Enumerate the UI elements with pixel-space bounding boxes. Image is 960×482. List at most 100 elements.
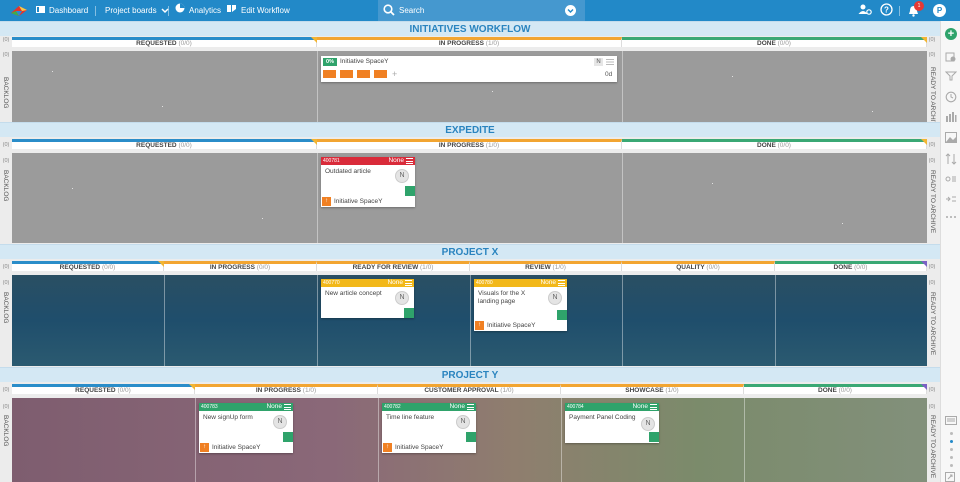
- analytics-icon[interactable]: [945, 111, 957, 125]
- card-menu-icon[interactable]: [406, 158, 413, 164]
- filter-icon[interactable]: [944, 71, 958, 83]
- ready-to-archive-label[interactable]: READY TO ARCHIVE: [929, 415, 936, 478]
- child-card-block[interactable]: [323, 70, 336, 78]
- task-card[interactable]: 400781 None Outdated article N ↑ Initiati…: [321, 157, 415, 207]
- workspace-nav-dot[interactable]: [950, 456, 953, 459]
- task-card[interactable]: 400783 None New signUp form N ↑ Initiativ…: [199, 403, 293, 453]
- column-requested[interactable]: REQUESTED (0/0): [12, 139, 317, 149]
- image-icon[interactable]: [945, 132, 957, 145]
- card-header: 400780 None: [474, 279, 567, 287]
- column-in-progress[interactable]: IN PROGRESS (1/0): [195, 384, 378, 394]
- task-card[interactable]: 400770 None New article concept N: [321, 279, 414, 318]
- backlog-label[interactable]: BACKLOG: [2, 415, 9, 446]
- column-review[interactable]: REVIEW (1/0): [470, 261, 622, 271]
- add-child-icon[interactable]: +: [392, 69, 397, 79]
- help-icon[interactable]: ?: [880, 3, 893, 18]
- ready-to-archive-label[interactable]: READY TO ARCHIVE: [929, 170, 936, 233]
- card-id: 400770: [323, 280, 340, 286]
- sort-icon[interactable]: [945, 153, 957, 167]
- assignee-avatar[interactable]: N: [395, 291, 409, 305]
- workspace-title[interactable]: PROJECT X: [0, 244, 940, 259]
- task-card[interactable]: 400780 None Visuals for the X landing pa…: [474, 279, 567, 331]
- column-in-progress[interactable]: IN PROGRESS (0/0): [164, 261, 317, 271]
- column-customer-approval[interactable]: CUSTOMER APPROVAL (1/0): [378, 384, 561, 394]
- card-menu-icon[interactable]: [284, 404, 291, 410]
- swimlane[interactable]: [12, 153, 927, 243]
- card-initiative[interactable]: ↑ Initiative SpaceY: [474, 321, 535, 330]
- card-menu-icon[interactable]: [558, 280, 565, 286]
- app-logo-icon[interactable]: [10, 4, 28, 19]
- add-icon[interactable]: +: [945, 28, 957, 40]
- search-dropdown-icon[interactable]: [565, 5, 576, 16]
- card-menu-icon[interactable]: [606, 59, 614, 67]
- workspace-title[interactable]: PROJECT Y: [0, 367, 940, 382]
- notification-badge[interactable]: 1: [914, 1, 924, 11]
- column-requested[interactable]: REQUESTED (0/0): [12, 37, 317, 47]
- column-showcase[interactable]: SHOWCASE (1/0): [561, 384, 744, 394]
- column-ready-for-review[interactable]: READY FOR REVIEW (1/0): [317, 261, 470, 271]
- workspace-title[interactable]: EXPEDITE: [0, 122, 940, 137]
- minimap-icon[interactable]: [945, 416, 957, 427]
- column-requested[interactable]: REQUESTED (0/0): [12, 384, 195, 394]
- user-settings-icon[interactable]: [858, 3, 872, 19]
- card-id: 400784: [567, 404, 584, 410]
- workspace-nav-dot[interactable]: [950, 440, 953, 443]
- swimlane[interactable]: [12, 275, 927, 366]
- column-requested[interactable]: REQUESTED (0/0): [12, 261, 164, 271]
- child-card-block[interactable]: [357, 70, 370, 78]
- avatar[interactable]: P: [933, 4, 946, 17]
- backlog-label[interactable]: BACKLOG: [2, 292, 9, 323]
- workspace-nav-dot[interactable]: [950, 448, 953, 451]
- search-box[interactable]: Search: [378, 0, 585, 21]
- workspace-title[interactable]: INITIATIVES WORKFLOW: [0, 21, 940, 36]
- card-menu-icon[interactable]: [405, 280, 412, 286]
- column-done[interactable]: DONE (0/0): [744, 384, 927, 394]
- backlog-label[interactable]: BACKLOG: [2, 77, 9, 108]
- assignee-avatar[interactable]: N: [395, 169, 409, 183]
- edit-workflow-link[interactable]: Edit Workflow: [227, 0, 290, 21]
- column-in-progress[interactable]: IN PROGRESS (1/0): [317, 37, 622, 47]
- card-menu-icon[interactable]: [467, 404, 474, 410]
- dashboard-link[interactable]: Dashboard: [36, 0, 88, 21]
- view-mode-icon[interactable]: [945, 174, 957, 186]
- assignee-avatar[interactable]: N: [641, 417, 655, 431]
- analytics-link[interactable]: Analytics: [175, 0, 221, 21]
- collapse-lanes-icon[interactable]: [945, 195, 957, 205]
- background-speck: [162, 106, 163, 107]
- ready-to-archive-label[interactable]: READY TO ARCHIVE: [929, 292, 936, 355]
- archive-count: (0): [928, 52, 936, 58]
- initiative-card[interactable]: 0% Initiative SpaceY N + 0d: [321, 56, 617, 82]
- search-input[interactable]: Search: [399, 0, 424, 21]
- column-done[interactable]: DONE (0/0): [622, 139, 927, 149]
- expand-icon[interactable]: [945, 472, 955, 482]
- child-card-block[interactable]: [374, 70, 387, 78]
- card-initiative[interactable]: ↑ Initiative SpaceY: [382, 443, 443, 452]
- card-initiative[interactable]: ↑ Initiative SpaceY: [199, 443, 260, 452]
- more-options-icon[interactable]: [945, 214, 957, 221]
- card-menu-icon[interactable]: [650, 404, 657, 410]
- task-card[interactable]: 400782 None Time line feature N ↑ Initiat…: [382, 403, 476, 453]
- workspace-nav-dot[interactable]: [950, 464, 953, 467]
- column-quality[interactable]: QUALITY (0/0): [622, 261, 775, 271]
- column-divider: [775, 275, 776, 366]
- column-in-progress[interactable]: IN PROGRESS (1/0): [317, 139, 622, 149]
- assignee-avatar[interactable]: N: [456, 415, 470, 429]
- backlog-count: (0): [2, 158, 10, 164]
- ready-to-archive-label[interactable]: READY TO ARCHIVE: [929, 67, 936, 130]
- column-done[interactable]: DONE (0/0): [775, 261, 927, 271]
- task-card[interactable]: 400784 None Payment Panel Coding N: [565, 403, 659, 443]
- column-done[interactable]: DONE (0/0): [622, 37, 927, 47]
- column-name: CUSTOMER APPROVAL: [424, 387, 499, 394]
- cards-settings-icon[interactable]: [945, 51, 957, 65]
- card-initiative[interactable]: ↑ Initiative SpaceY: [321, 197, 382, 206]
- assignee-avatar[interactable]: N: [548, 291, 562, 305]
- backlog-label[interactable]: BACKLOG: [2, 170, 9, 201]
- card-header: 400783 None: [199, 403, 293, 411]
- initiative-name: Initiative SpaceY: [395, 444, 444, 451]
- history-icon[interactable]: [945, 91, 957, 105]
- workspace-nav-dot[interactable]: [950, 432, 953, 435]
- assignee-avatar[interactable]: N: [273, 415, 287, 429]
- child-card-block[interactable]: [340, 70, 353, 78]
- column-corner-marker: [921, 384, 927, 390]
- project-boards-menu[interactable]: Project boards: [105, 0, 169, 21]
